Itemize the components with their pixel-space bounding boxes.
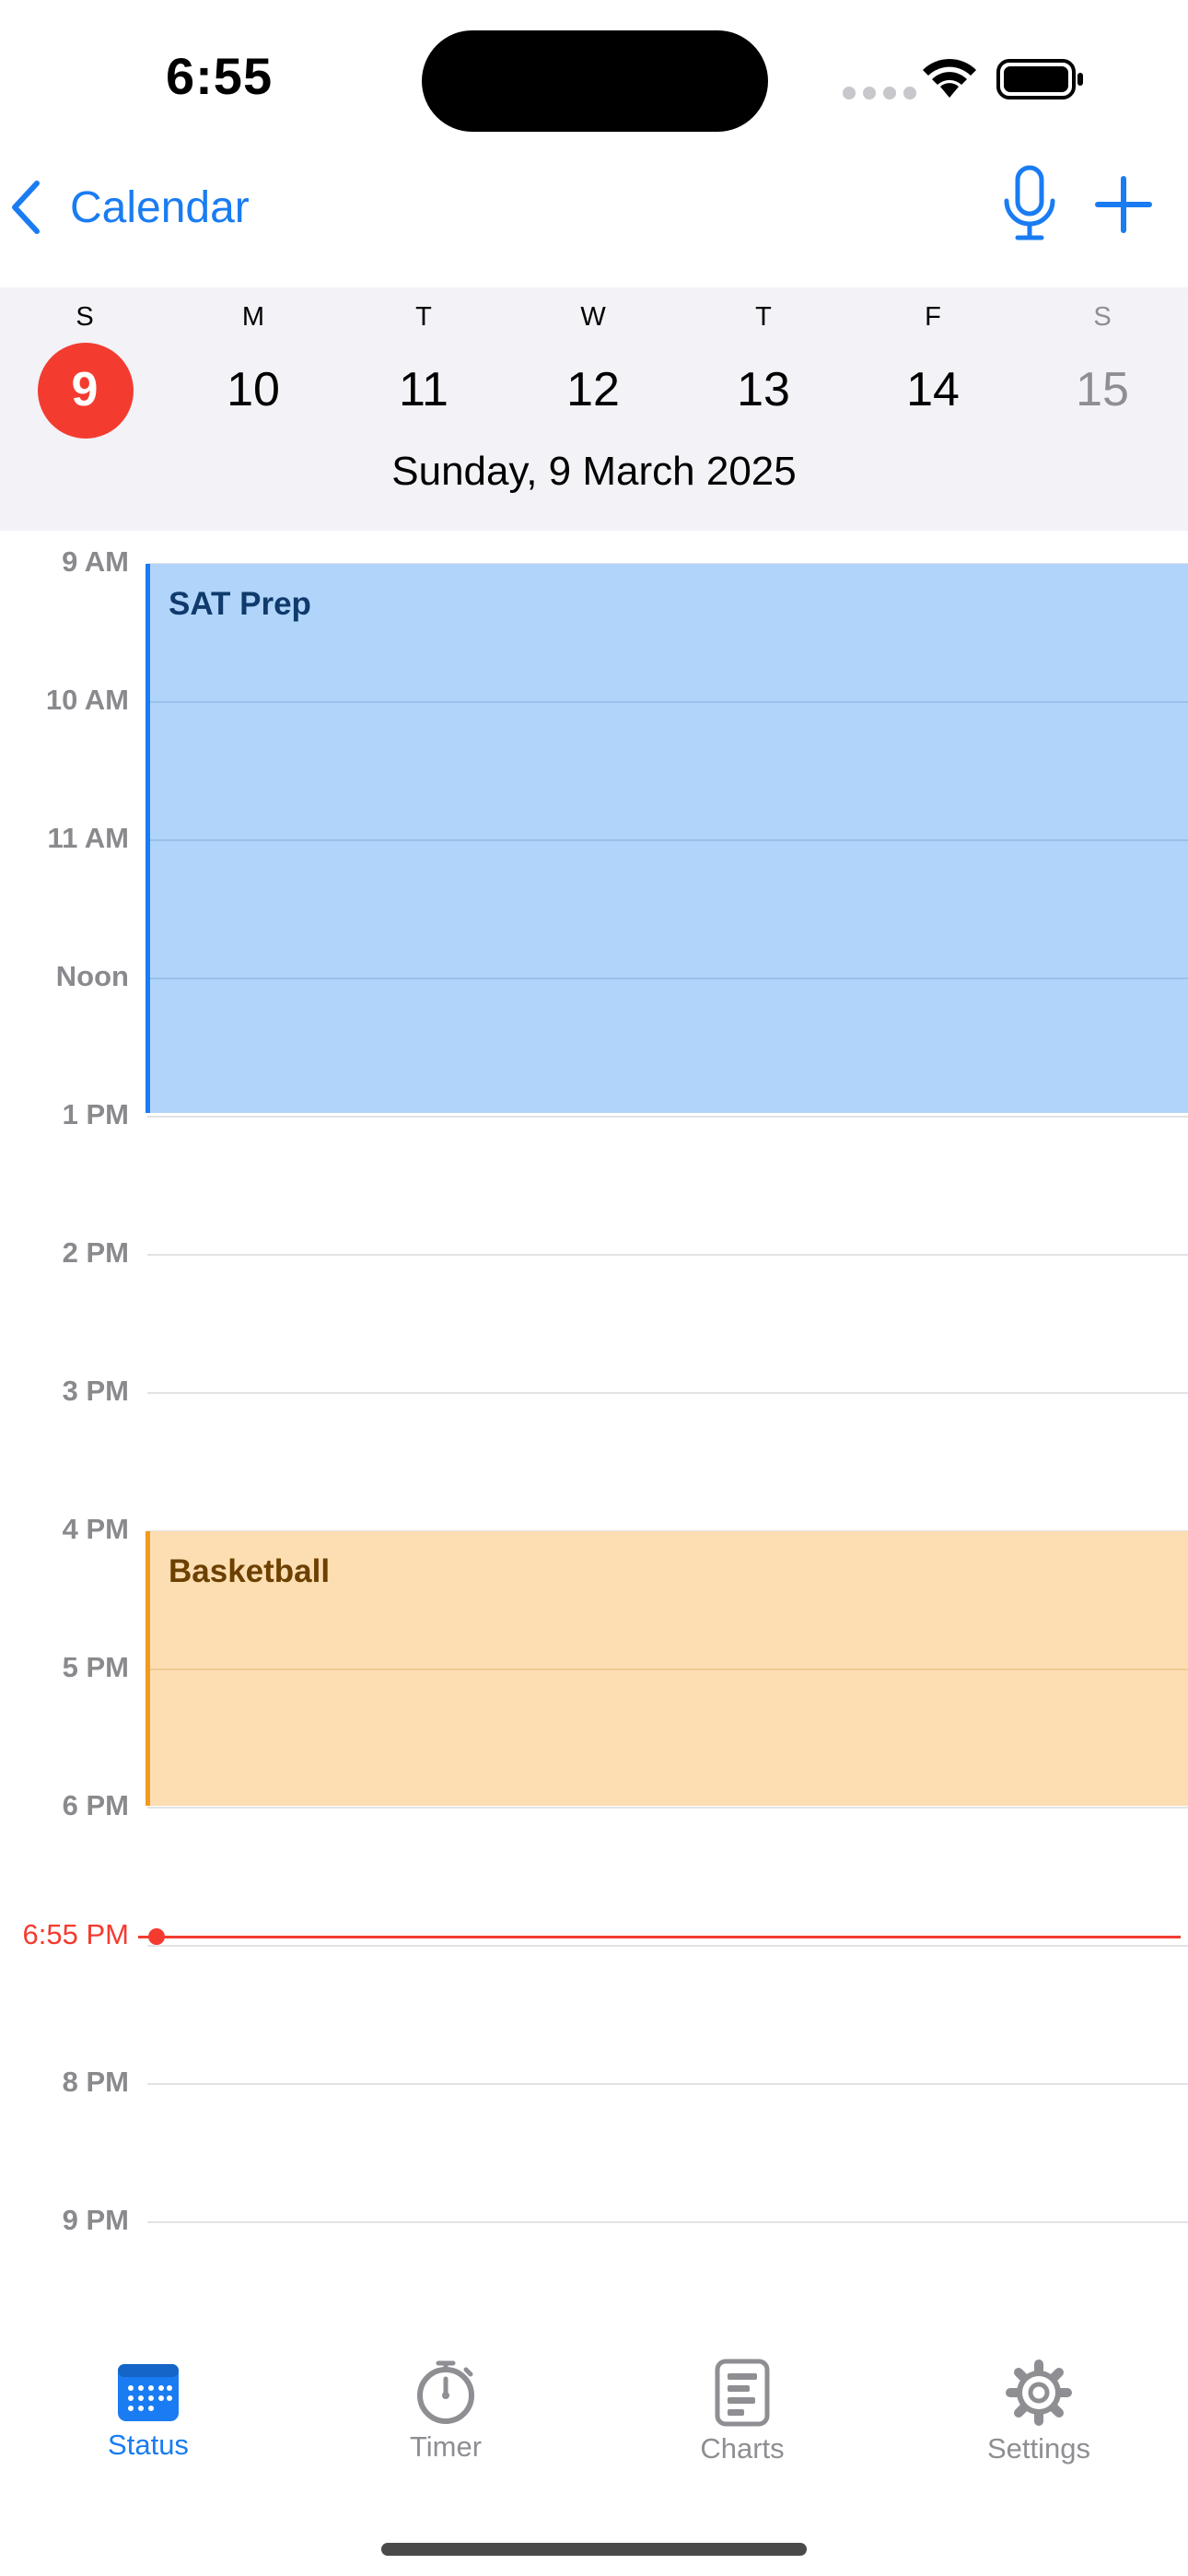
hour-line [147,2083,1188,2085]
event-sat-prep[interactable]: SAT Prep [146,564,1188,1113]
tab-charts[interactable]: Charts [650,2359,834,2465]
microphone-icon[interactable] [999,164,1060,243]
day-letter: S [76,302,94,332]
day-number: 13 [737,363,790,416]
hour-label: 4 PM [62,1513,129,1545]
hour-line [147,2221,1188,2223]
hour-line [147,1945,1188,1947]
event-title: SAT Prep [169,586,311,622]
back-label: Calendar [70,182,250,232]
day-number: 12 [566,363,620,416]
hour-line [147,1254,1188,1256]
tab-label: Status [108,2429,189,2461]
hour-line [147,1807,1188,1809]
hour-label: 3 PM [62,1375,129,1407]
hour-line [150,1669,1188,1670]
wifi-icon [923,58,976,98]
day-number: 10 [227,363,280,416]
gear-icon [1006,2359,1072,2426]
event-basketball[interactable]: Basketball [146,1531,1188,1806]
tab-status[interactable]: Status [56,2359,240,2462]
stopwatch-icon [417,2360,474,2424]
current-time-label: 6:55 PM [22,1918,129,1950]
tab-label: Timer [409,2430,483,2463]
hour-line [147,1392,1188,1394]
day-number: 15 [1076,363,1129,416]
dynamic-island [422,30,768,132]
hour-label: 11 AM [47,822,129,854]
hour-line [150,839,1188,841]
cellular-signal-icon [843,87,916,100]
battery-icon [996,59,1083,100]
day-letter: T [415,302,432,332]
day-letter: F [925,302,941,332]
hour-label: 10 AM [45,684,129,716]
home-indicator[interactable] [381,2543,807,2556]
day-letter: W [580,302,606,332]
tab-timer[interactable]: Timer [354,2359,538,2464]
status-time: 6:55 [166,47,274,105]
hour-label: 2 PM [62,1236,129,1269]
hour-line [150,701,1188,703]
add-event-icon[interactable] [1094,175,1153,234]
hour-label: 9 PM [62,2204,129,2236]
hour-line [147,1116,1188,1118]
hour-label: Noon [55,960,129,992]
week-strip: S 9 M 10 T 11 W 12 T 13 F 14 S 15 Sunday… [0,287,1188,531]
tab-label: Charts [700,2432,785,2465]
hour-label: 9 AM [62,545,129,578]
day-letter: M [241,302,265,332]
calendar-icon [118,2364,179,2421]
current-time-line [138,1936,1181,1938]
day-number: 14 [906,363,960,416]
day-number: 9 [71,363,99,416]
event-accent-bar [146,564,150,1113]
hour-label: 6 PM [62,1789,129,1821]
back-to-calendar-button[interactable]: Calendar [0,170,250,244]
chevron-left-icon [12,181,40,234]
current-time-dot [148,1928,165,1945]
tab-label: Settings [986,2432,1090,2465]
list-chart-icon [715,2359,770,2427]
hour-line [150,978,1188,979]
tab-settings[interactable]: Settings [947,2359,1131,2465]
hour-label: 1 PM [62,1098,129,1130]
selected-date-label: Sunday, 9 March 2025 [391,449,797,494]
day-number: 11 [399,363,448,416]
hour-label: 8 PM [62,2066,129,2098]
event-title: Basketball [169,1553,331,1589]
hour-label: 5 PM [62,1651,129,1683]
day-letter: T [755,302,772,332]
day-letter: S [1093,302,1112,332]
